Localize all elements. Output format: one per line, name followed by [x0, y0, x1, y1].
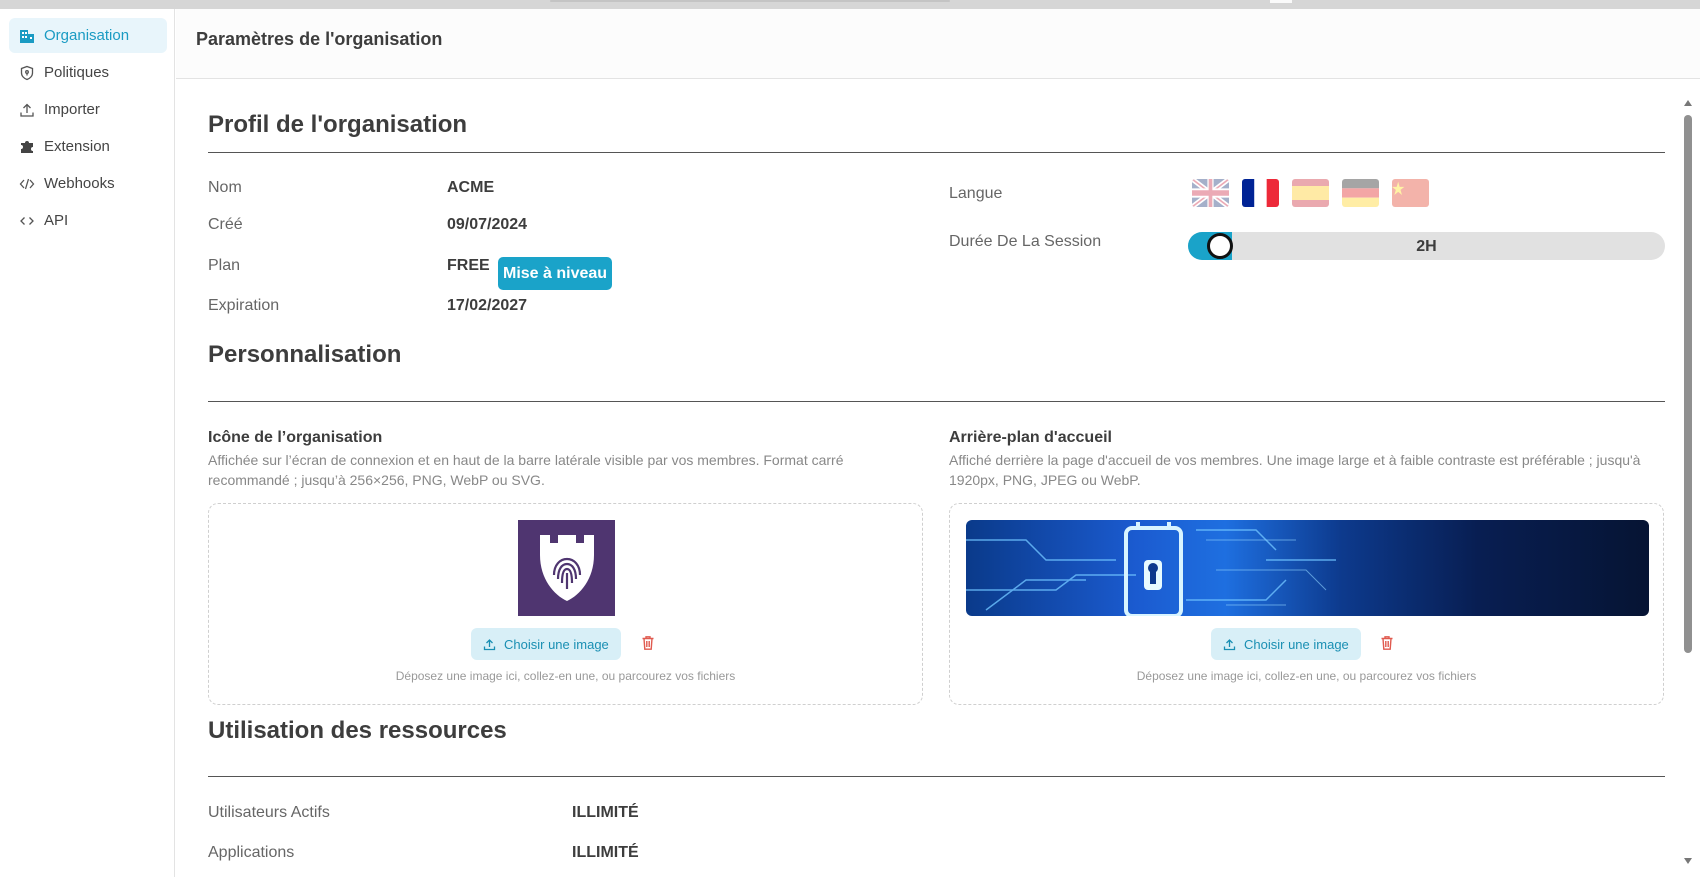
drop-hint: Déposez une image ici, collez-en une, ou…	[1136, 669, 1477, 683]
fingerprint-castle-icon	[539, 535, 594, 601]
api-icon	[19, 213, 35, 229]
upload-icon	[483, 638, 496, 650]
scroll-up-arrow-icon[interactable]	[1684, 100, 1692, 106]
sidebar-item-organisation[interactable]: Organisation	[9, 18, 167, 53]
building-icon	[19, 28, 35, 44]
plan-value: FREE	[447, 257, 490, 274]
active-users-value: ILLIMITÉ	[572, 804, 639, 821]
welcome-background-title: Arrière-plan d'accueil	[949, 429, 1112, 446]
section-divider	[208, 152, 1665, 153]
scroll-down-arrow-icon[interactable]	[1684, 858, 1692, 864]
sidebar: Organisation Politiques Importer Extensi…	[0, 9, 175, 877]
org-icon-dropzone[interactable]: Choisir une image Déposez une image ici,…	[208, 503, 923, 705]
welcome-background-dropzone[interactable]: Choisir une image Déposez une image ici,…	[949, 503, 1664, 705]
page-header: Paramètres de l'organisation	[176, 9, 1700, 79]
applications-label: Applications	[208, 844, 295, 861]
session-duration-slider[interactable]: 2H	[1188, 232, 1665, 260]
section-title-customization: Personnalisation	[208, 341, 402, 368]
welcome-background-image	[966, 520, 1649, 616]
name-value: ACME	[447, 179, 495, 196]
sidebar-item-api[interactable]: API	[9, 203, 167, 238]
sidebar-item-label: Politiques	[44, 64, 110, 81]
choose-org-icon-button[interactable]: Choisir une image	[471, 628, 621, 660]
sidebar-item-importer[interactable]: Importer	[9, 92, 167, 127]
org-icon-description: Affichée sur l’écran de connexion et en …	[208, 452, 844, 488]
applications-value: ILLIMITÉ	[572, 844, 639, 861]
flag-fr-icon[interactable]	[1242, 179, 1279, 207]
sidebar-item-label: Webhooks	[44, 175, 115, 192]
puzzle-icon	[19, 139, 35, 155]
address-bar-edge	[550, 0, 950, 2]
scrollbar-thumb[interactable]	[1684, 115, 1692, 653]
session-duration-value: 2H	[1416, 238, 1437, 255]
choose-label: Choisir une image	[1244, 636, 1349, 652]
circuit-padlock-image	[966, 522, 1336, 616]
section-divider	[208, 776, 1665, 777]
sidebar-item-label: Organisation	[44, 27, 130, 44]
section-title-profile: Profil de l'organisation	[208, 111, 468, 138]
code-icon	[19, 176, 35, 192]
welcome-background-description: Affiché derrière la page d'accueil de vo…	[949, 452, 1641, 488]
trash-icon[interactable]	[1380, 635, 1394, 651]
upgrade-button[interactable]: Mise à niveau	[498, 257, 613, 290]
expiration-label: Expiration	[208, 297, 280, 314]
sidebar-item-webhooks[interactable]: Webhooks	[9, 166, 167, 201]
browser-top-strip	[0, 0, 1700, 9]
upload-icon	[19, 102, 35, 118]
shield-icon	[19, 65, 35, 81]
trash-icon[interactable]	[641, 635, 655, 651]
sidebar-item-label: Importer	[44, 101, 100, 118]
sidebar-item-label: API	[44, 212, 69, 229]
active-users-label: Utilisateurs Actifs	[208, 804, 330, 821]
language-selector	[1192, 179, 1429, 207]
sidebar-item-label: Extension	[44, 138, 110, 155]
created-value: 09/07/2024	[447, 216, 528, 233]
language-label: Langue	[949, 185, 1003, 202]
sidebar-item-politiques[interactable]: Politiques	[9, 55, 167, 90]
flag-de-icon[interactable]	[1342, 179, 1379, 207]
sidebar-item-extension[interactable]: Extension	[9, 129, 167, 164]
section-divider	[208, 401, 1665, 402]
tab-edge	[1270, 0, 1292, 3]
upload-icon	[1223, 638, 1236, 650]
expiration-value: 17/02/2027	[447, 297, 528, 314]
choose-background-button[interactable]: Choisir une image	[1211, 628, 1361, 660]
org-logo-image	[518, 520, 615, 616]
main-content: Profil de l'organisation Nom ACME Créé 0…	[176, 80, 1700, 877]
plan-label: Plan	[208, 257, 241, 274]
created-label: Créé	[208, 216, 243, 233]
page-title: Paramètres de l'organisation	[196, 29, 443, 49]
flag-zh-icon[interactable]	[1392, 179, 1429, 207]
choose-label: Choisir une image	[504, 636, 609, 652]
name-label: Nom	[208, 179, 242, 196]
drop-hint: Déposez une image ici, collez-en une, ou…	[395, 669, 736, 683]
org-icon-title: Icône de l’organisation	[208, 429, 383, 446]
session-duration-label: Durée De La Session	[949, 233, 1102, 250]
section-title-resources: Utilisation des ressources	[208, 717, 507, 744]
flag-es-icon[interactable]	[1292, 179, 1329, 207]
flag-en-icon[interactable]	[1192, 179, 1229, 207]
